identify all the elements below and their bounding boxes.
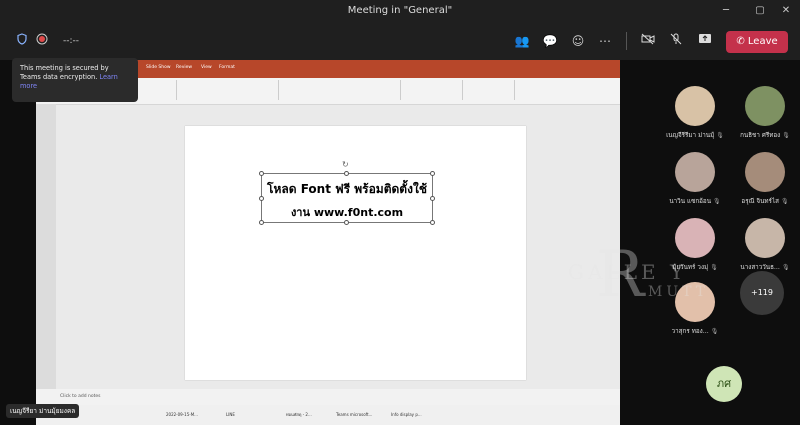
slide-textbox[interactable]: โหลด Font ฟรี พร้อมติดตั้งใช้ งาน www.f0… [261,173,433,223]
more-actions-icon[interactable]: ⋯ [597,33,613,49]
ribbon-group [280,80,401,100]
resize-handle[interactable] [430,171,435,176]
resize-handle[interactable] [430,196,435,201]
slide-text-line2: งาน www.f0nt.com [290,206,404,219]
resize-handle[interactable] [259,196,264,201]
participant-name-text: นางสาววันธ... [740,264,780,271]
avatar [675,86,715,126]
share-screen-icon[interactable] [697,33,713,49]
mic-off-icon: 🎙 [710,328,719,335]
participant-tile[interactable]: นาวิน แซกอ้อน 🎙 [659,138,731,205]
ribbon-group [464,80,515,100]
leave-label: Leave [747,36,778,47]
participant-name-text: วาสุกร ทอง... [671,328,709,335]
participant-tile[interactable]: อรุณี จินทร์ไส 🎙 [729,138,800,205]
people-icon[interactable]: 👥 [514,33,530,49]
more-participants-button[interactable]: +119 [740,271,784,315]
ppt-tab[interactable]: View [201,65,212,70]
camera-off-icon[interactable] [640,33,656,49]
ppt-tab[interactable]: Review [176,65,192,70]
avatar [675,152,715,192]
tooltip-text: This meeting is secured by Teams data en… [20,64,109,81]
mic-off-icon: 🎙 [781,264,790,271]
meeting-timer: --:-- [62,36,80,46]
taskbar-item[interactable]: 2022-09-15-M... [166,409,198,421]
presenter-taskbar: 2022-09-15-M... LINE ท่อนพัสดุ - 2... Te… [36,405,620,425]
meeting-toolbar: --:-- 👥 💬 ☺ ⋯ ✆ Leave [0,22,800,60]
participant-tile[interactable]: นางสาววันธ... 🎙 [729,204,800,271]
ribbon-group [178,80,279,100]
resize-handle[interactable] [259,220,264,225]
watermark-sub: MUTT [648,284,710,300]
avatar [745,218,785,258]
avatar [675,218,715,258]
leave-button[interactable]: ✆ Leave [726,31,788,53]
mic-off-icon[interactable] [668,33,684,49]
participant-tile[interactable]: เนญจีรีรีมา ม่านมุ้ 🎙 [659,72,731,139]
window-title: Meeting in "General" [347,5,453,16]
shared-screen: Slide Show Review View Format โหลด Font … [36,60,620,405]
participant-name: วาสุกร ทอง... 🎙 [659,326,731,336]
resize-handle[interactable] [259,171,264,176]
resize-handle[interactable] [344,220,349,225]
ppt-tab[interactable]: Format [219,65,235,70]
self-avatar[interactable]: ภศ [706,366,742,402]
taskbar-item[interactable]: Teams microsoft... [336,409,372,421]
presenter-name-tag: เนญจีรียา ม่านมุ้ยมงคล [6,404,80,418]
toolbar-divider [626,32,627,50]
ribbon-group [402,80,463,100]
resize-handle[interactable] [344,171,349,176]
shield-icon[interactable] [14,33,30,49]
slide-thumbnails[interactable] [36,104,56,389]
ppt-tab[interactable]: Slide Show [146,65,171,70]
watermark-big-letter: R [596,238,649,312]
watermark-logo: GALLE Y R MUTT [568,238,710,312]
notes-pane[interactable]: Click to add notes [36,389,620,405]
taskbar-item[interactable]: ท่อนพัสดุ - 2... [286,409,312,421]
maximize-button[interactable]: ▢ [746,0,774,22]
slide-text-line1: โหลด Font ฟรี พร้อมติดตั้งใช้ [267,182,427,196]
rotate-handle-icon[interactable]: ↻ [342,160,349,169]
recording-icon [34,33,50,49]
resize-handle[interactable] [430,220,435,225]
taskbar-item[interactable]: LINE [226,409,235,421]
slide-canvas[interactable]: โหลด Font ฟรี พร้อมติดตั้งใช้ งาน www.f0… [185,126,526,380]
minimize-button[interactable]: ─ [712,0,740,22]
close-button[interactable]: ✕ [772,0,800,22]
avatar [745,86,785,126]
avatar [745,152,785,192]
window-titlebar: Meeting in "General" [0,0,800,22]
encryption-tooltip: This meeting is secured by Teams data en… [12,58,138,102]
chat-icon[interactable]: 💬 [542,33,558,49]
participant-tile[interactable]: กนธิชา ศรีทอง 🎙 [729,72,800,139]
taskbar-item[interactable]: Info display p... [391,409,422,421]
reactions-icon[interactable]: ☺ [570,33,586,49]
